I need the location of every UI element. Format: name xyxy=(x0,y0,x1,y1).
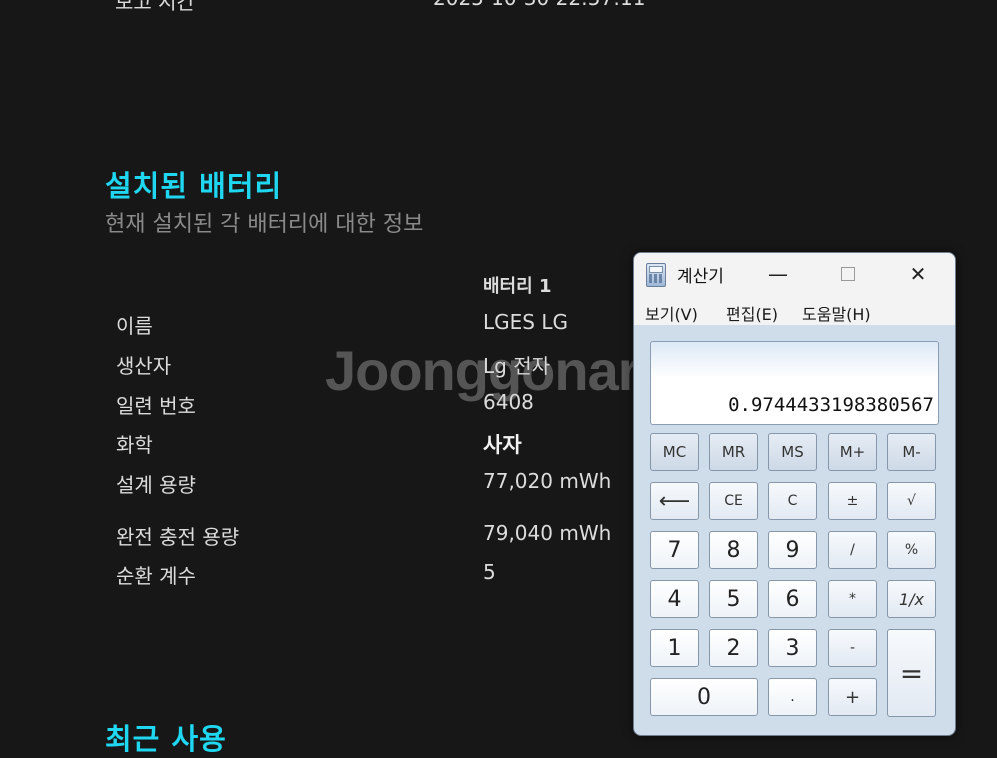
calculator-titlebar[interactable]: 계산기 — ✕ xyxy=(634,253,955,295)
digit-9-button[interactable]: 9 xyxy=(768,531,817,569)
digit-6-button[interactable]: 6 xyxy=(768,580,817,618)
row-key: 이름 xyxy=(116,314,153,338)
row-value: 77,020 mWh xyxy=(483,469,612,493)
digit-7-button[interactable]: 7 xyxy=(650,531,699,569)
menu-help[interactable]: 도움말(H) xyxy=(802,301,871,325)
digit-1-button[interactable]: 1 xyxy=(650,629,699,667)
digit-5-button[interactable]: 5 xyxy=(709,580,758,618)
decimal-button[interactable]: . xyxy=(768,678,817,716)
installed-batteries-subtitle: 현재 설치된 각 배터리에 대한 정보 xyxy=(105,212,424,237)
menu-view[interactable]: 보기(V) xyxy=(645,301,698,325)
minimize-button[interactable]: — xyxy=(755,253,801,295)
display-value: 0.9744433198380567 xyxy=(728,394,934,416)
close-button[interactable]: ✕ xyxy=(895,253,941,295)
recent-usage-title: 최근 사용 xyxy=(105,722,227,756)
maximize-button[interactable] xyxy=(825,253,871,295)
report-time-value: 2025-10-30 22:57:11 xyxy=(433,0,645,10)
battery-column-header: 배터리 1 xyxy=(483,276,552,297)
digit-2-button[interactable]: 2 xyxy=(709,629,758,667)
backspace-icon: ⟵ xyxy=(658,488,691,514)
ms-button[interactable]: MS xyxy=(768,433,817,471)
row-value: 79,040 mWh xyxy=(483,521,612,545)
digit-4-button[interactable]: 4 xyxy=(650,580,699,618)
row-value: Lg 전자 xyxy=(483,354,550,378)
plus-minus-button[interactable]: ± xyxy=(828,482,877,520)
top-row-cut: 보고 시간 2025-10-30 22:57:11 xyxy=(0,0,997,14)
clear-button[interactable]: C xyxy=(768,482,817,520)
digit-0-button[interactable]: 0 xyxy=(650,678,758,716)
row-key: 생산자 xyxy=(116,354,172,378)
close-icon: ✕ xyxy=(909,262,927,286)
row-key: 설계 용량 xyxy=(116,473,196,497)
digit-8-button[interactable]: 8 xyxy=(709,531,758,569)
mc-button[interactable]: MC xyxy=(650,433,699,471)
m-plus-button[interactable]: M+ xyxy=(828,433,877,471)
row-value: 사자 xyxy=(483,433,522,457)
menu-edit[interactable]: 편집(E) xyxy=(726,301,778,325)
row-value: LGES LG xyxy=(483,310,568,334)
report-time-label: 보고 시간 xyxy=(115,0,195,14)
subtract-button[interactable]: - xyxy=(828,629,877,667)
m-minus-button[interactable]: M- xyxy=(887,433,936,471)
calculator-menubar: 보기(V) 편집(E) 도움말(H) xyxy=(634,295,955,325)
add-button[interactable]: + xyxy=(828,678,877,716)
divide-button[interactable]: / xyxy=(828,531,877,569)
digit-3-button[interactable]: 3 xyxy=(768,629,817,667)
calculator-window: 계산기 — ✕ 보기(V) 편집(E) 도움말(H) 0.97444331983… xyxy=(633,252,956,736)
maximize-icon xyxy=(841,267,855,281)
backspace-button[interactable]: ⟵ xyxy=(650,482,699,520)
mr-button[interactable]: MR xyxy=(709,433,758,471)
calculator-app-icon xyxy=(646,263,666,287)
equals-button[interactable]: = xyxy=(887,629,936,717)
percent-button[interactable]: % xyxy=(887,531,936,569)
row-value: 5 xyxy=(483,560,496,584)
row-key: 완전 충전 용량 xyxy=(116,525,240,549)
sqrt-button[interactable]: √ xyxy=(887,482,936,520)
calculator-display: 0.9744433198380567 xyxy=(650,341,939,425)
calculator-title: 계산기 xyxy=(677,267,724,287)
row-key: 순환 계수 xyxy=(116,564,196,588)
minimize-icon: — xyxy=(768,262,788,286)
reciprocal-button[interactable]: 1/x xyxy=(887,580,936,618)
installed-batteries-title: 설치된 배터리 xyxy=(105,169,283,203)
row-key: 화학 xyxy=(116,433,153,457)
row-value: 6408 xyxy=(483,390,534,414)
ce-button[interactable]: CE xyxy=(709,482,758,520)
multiply-button[interactable]: * xyxy=(828,580,877,618)
row-key: 일련 번호 xyxy=(116,394,196,418)
